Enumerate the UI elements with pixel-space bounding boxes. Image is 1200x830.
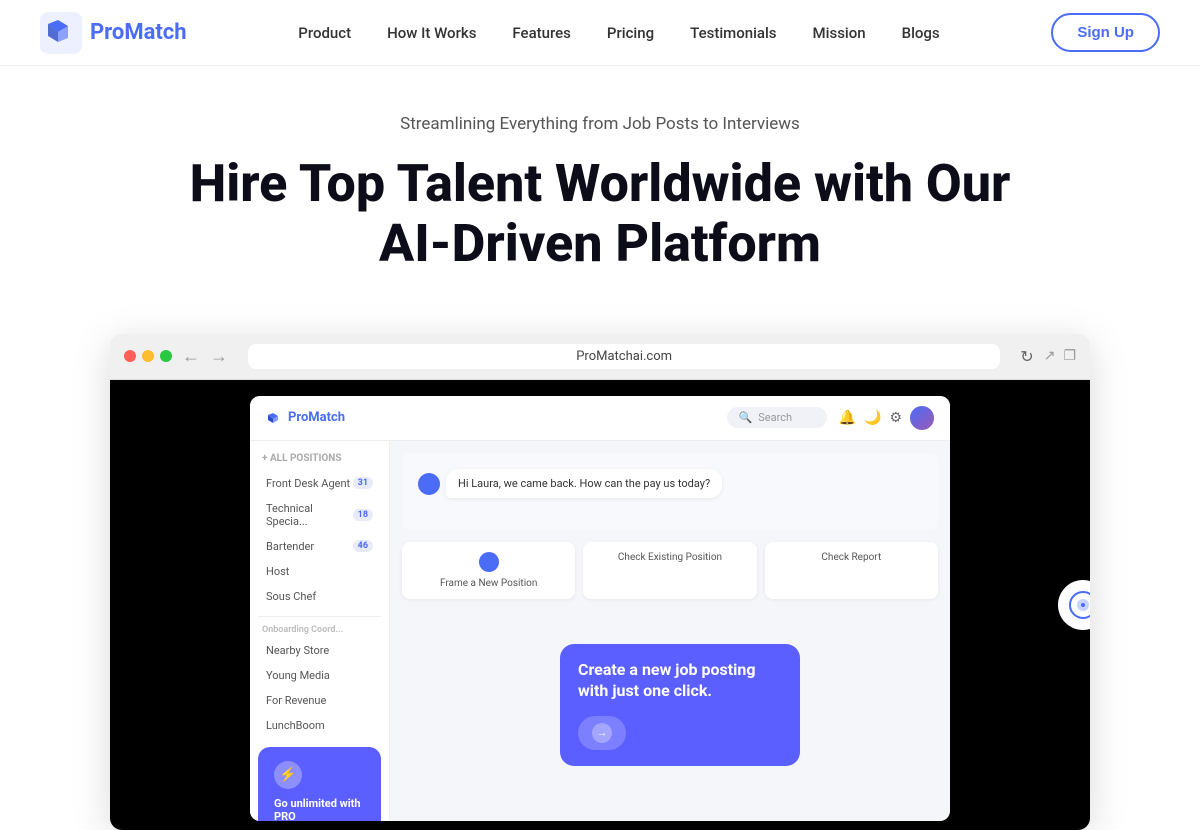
nav-mission[interactable]: Mission — [813, 24, 866, 42]
nav-features[interactable]: Features — [512, 24, 570, 42]
nav-how-it-works[interactable]: How It Works — [387, 24, 476, 42]
sidebar-item-label: Front Desk Agent — [266, 477, 350, 490]
sidebar-item-lunchboom[interactable]: LunchBoom — [258, 714, 381, 737]
create-job-button[interactable]: → — [578, 716, 626, 750]
sidebar-badge-2: 46 — [353, 540, 373, 552]
browser-bar: ← → ProMatchai.com ↻ ↗ ❐ — [110, 334, 1090, 380]
forward-icon[interactable]: → — [210, 346, 228, 367]
app-header-icons: 🔔 🌙 ⚙ — [839, 406, 934, 430]
app-body: + All Positions Front Desk Agent 31 Tech… — [250, 441, 950, 821]
bell-icon[interactable]: 🔔 — [839, 410, 856, 426]
sidebar-item-label: Technical Specia... — [266, 502, 353, 528]
sidebar-item-label: For Revenue — [266, 694, 326, 707]
signup-button[interactable]: Sign Up — [1051, 13, 1160, 52]
card-dot — [479, 552, 499, 572]
sidebar-divider — [258, 616, 381, 617]
sidebar-item-bartender[interactable]: Bartender 46 — [258, 535, 381, 558]
sidebar-item-young-media[interactable]: Young Media — [258, 664, 381, 687]
nav-product[interactable]: Product — [298, 24, 351, 42]
sidebar-item-sous-chef[interactable]: Sous Chef — [258, 585, 381, 608]
external-link-icon[interactable]: ↗ — [1044, 348, 1056, 364]
app-mockup: ProMatch 🔍 Search 🔔 🌙 ⚙ + Al — [250, 396, 950, 821]
cards-row: Frame a New Position Check Existing Posi… — [402, 542, 938, 599]
refresh-icon[interactable]: ↻ — [1020, 347, 1033, 366]
hero-subtitle: Streamlining Everything from Job Posts t… — [40, 114, 1160, 134]
create-job-popup: Create a new job posting with just one c… — [560, 644, 800, 766]
sidebar-item-label: Bartender — [266, 540, 314, 553]
card-new-position[interactable]: Frame a New Position — [402, 542, 575, 599]
nav-blogs[interactable]: Blogs — [902, 24, 940, 42]
dot-green — [160, 350, 172, 362]
pro-popup: ⚡ Go unlimited with PRO Get your HR Agen… — [258, 747, 381, 821]
sidebar-item-label: Host — [266, 565, 289, 578]
app-logo-icon — [266, 410, 282, 426]
browser-dots — [124, 350, 172, 362]
nav-testimonials[interactable]: Testimonials — [690, 24, 776, 42]
card-report[interactable]: Check Report — [765, 542, 938, 599]
dot-yellow — [142, 350, 154, 362]
back-icon[interactable]: ← — [182, 346, 200, 367]
create-job-title: Create a new job posting with just one c… — [578, 660, 782, 702]
sidebar-badge-1: 18 — [353, 509, 373, 521]
nav-links: Product How It Works Features Pricing Te… — [298, 23, 939, 42]
dot-red — [124, 350, 136, 362]
moon-icon[interactable]: 🌙 — [864, 410, 881, 426]
browser-nav: ← → — [182, 346, 228, 367]
search-placeholder: Search — [758, 411, 792, 424]
logo-icon — [40, 12, 82, 54]
card-label: Check Report — [775, 552, 928, 563]
chat-bubble: Hi Laura, we came back. How can the pay … — [446, 469, 722, 498]
logo[interactable]: ProMatch — [40, 12, 187, 54]
app-logo-small: ProMatch — [266, 410, 345, 426]
browser-content: ProMatch 🔍 Search 🔔 🌙 ⚙ + Al — [110, 380, 1090, 830]
hero-section: Streamlining Everything from Job Posts t… — [0, 66, 1200, 304]
sidebar-title: + All Positions — [258, 453, 381, 464]
settings-icon[interactable]: ⚙ — [889, 410, 902, 426]
card-existing-position[interactable]: Check Existing Position — [583, 542, 756, 599]
browser-address[interactable]: ProMatchai.com — [248, 344, 1000, 369]
sidebar-item-technical[interactable]: Technical Specia... 18 — [258, 497, 381, 533]
side-widget[interactable] — [1058, 580, 1090, 630]
app-user-avatar[interactable] — [910, 406, 934, 430]
sidebar-item-label: LunchBoom — [266, 719, 325, 732]
sidebar-item-label: Sous Chef — [266, 590, 316, 603]
sidebar-item-for-revenue[interactable]: For Revenue — [258, 689, 381, 712]
sidebar-group-title: Onboarding Coord... — [258, 625, 381, 635]
hero-title: Hire Top Talent Worldwide with Our AI-Dr… — [150, 154, 1050, 274]
arrow-icon: → — [592, 723, 612, 743]
browser-actions: ↗ ❐ — [1044, 348, 1076, 364]
sidebar-item-nearby[interactable]: Nearby Store — [258, 639, 381, 662]
card-label: Frame a New Position — [412, 578, 565, 589]
app-search-bar[interactable]: 🔍 Search — [727, 407, 827, 428]
card-label: Check Existing Position — [593, 552, 746, 563]
popup-icon: ⚡ — [274, 761, 302, 789]
sidebar-badge-0: 31 — [353, 477, 373, 489]
app-main-content: Hi Laura, we came back. How can the pay … — [390, 441, 950, 821]
navbar: ProMatch Product How It Works Features P… — [0, 0, 1200, 66]
popup-title: Go unlimited with PRO — [274, 797, 365, 821]
fullscreen-icon[interactable]: ❐ — [1063, 348, 1076, 364]
widget-icon — [1069, 591, 1090, 619]
nav-pricing[interactable]: Pricing — [607, 24, 654, 42]
sidebar-item-host[interactable]: Host — [258, 560, 381, 583]
browser-mockup: ← → ProMatchai.com ↻ ↗ ❐ ProMatch — [110, 334, 1090, 830]
sidebar-item-front-desk[interactable]: Front Desk Agent 31 — [258, 472, 381, 495]
app-sidebar: + All Positions Front Desk Agent 31 Tech… — [250, 441, 390, 821]
logo-text: ProMatch — [90, 20, 187, 45]
chat-area: Hi Laura, we came back. How can the pay … — [402, 453, 938, 530]
app-header: ProMatch 🔍 Search 🔔 🌙 ⚙ — [250, 396, 950, 441]
sidebar-item-label: Young Media — [266, 669, 330, 682]
sidebar-item-label: Nearby Store — [266, 644, 329, 657]
